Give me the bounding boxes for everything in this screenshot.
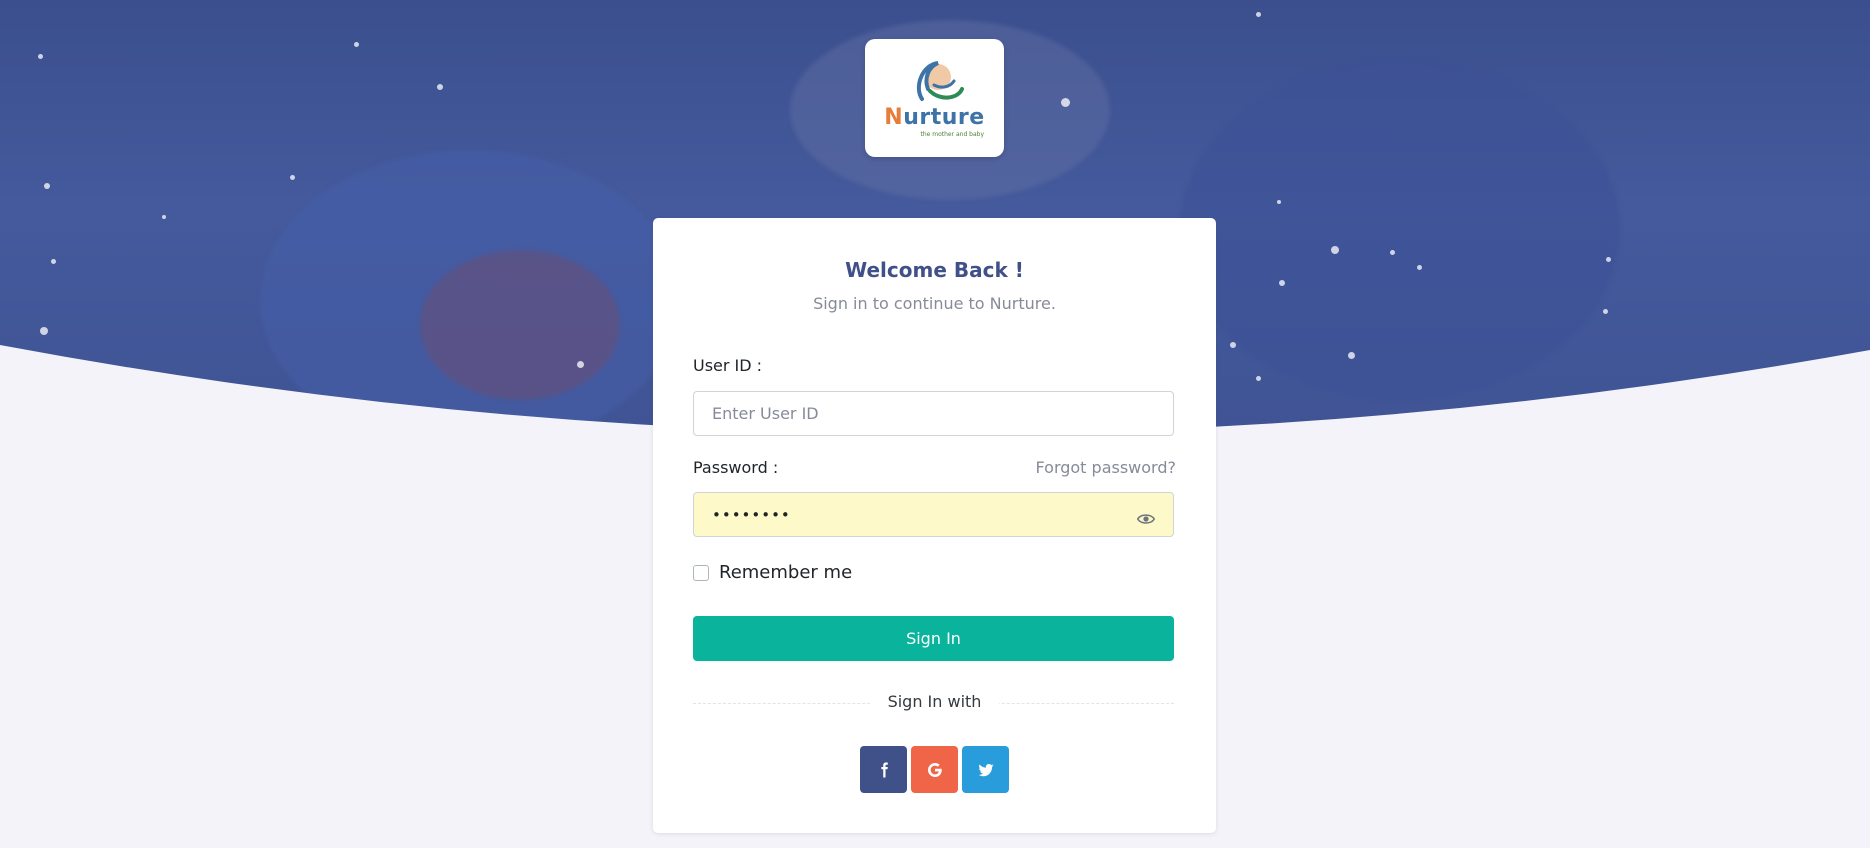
remember-me[interactable]: Remember me [693, 562, 852, 583]
logo-tagline: the mother and baby [920, 130, 984, 138]
sign-in-with: Sign In with [653, 692, 1216, 711]
show-password-icon[interactable] [1137, 510, 1155, 528]
password-label: Password : [693, 458, 779, 477]
google-login-button[interactable] [911, 746, 958, 793]
google-icon [927, 762, 942, 777]
sign-in-button[interactable]: Sign In [693, 616, 1174, 661]
brand-logo: Nurture the mother and baby [865, 39, 1004, 157]
sign-in-with-label: Sign In with [869, 692, 1000, 711]
facebook-login-button[interactable] [860, 746, 907, 793]
password-input[interactable] [693, 492, 1174, 537]
forgot-password-link[interactable]: Forgot password? [1036, 458, 1176, 477]
page-title: Welcome Back ! [845, 258, 1024, 282]
logo-mark-icon [916, 60, 964, 101]
remember-label: Remember me [719, 562, 853, 583]
page-subtitle: Sign in to continue to Nurture. [813, 294, 1056, 313]
social-login-buttons [860, 746, 1009, 793]
facebook-icon [880, 762, 888, 777]
login-card: Welcome Back ! Sign in to continue to Nu… [653, 218, 1216, 833]
twitter-icon [978, 763, 993, 776]
user-id-input[interactable] [693, 391, 1174, 436]
logo-wordmark: Nurture [884, 104, 985, 130]
twitter-login-button[interactable] [962, 746, 1009, 793]
remember-checkbox[interactable] [693, 564, 709, 581]
user-id-label: User ID : [693, 356, 763, 375]
